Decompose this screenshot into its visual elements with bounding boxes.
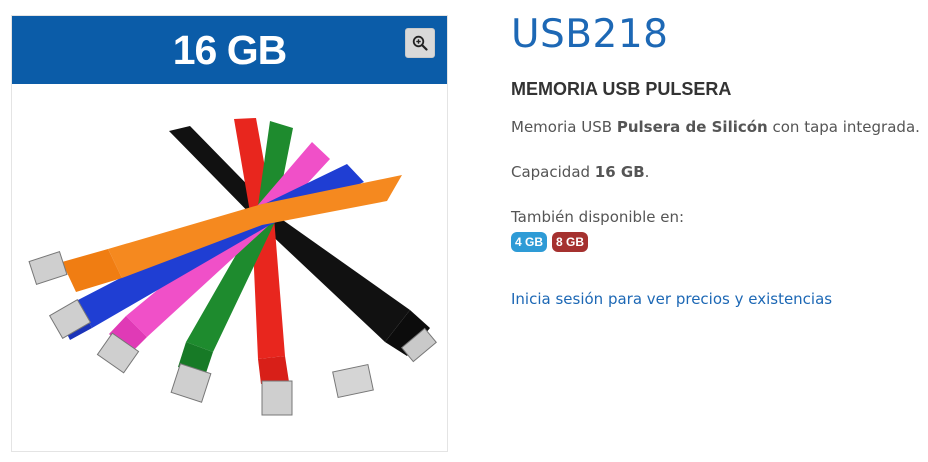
product-description: Memoria USB Pulsera de Silicón con tapa …	[511, 118, 920, 136]
zoom-in-icon	[412, 35, 428, 51]
banner-text: 16 GB	[172, 26, 287, 73]
variant-badges: 4 GB 8 GB	[511, 232, 589, 252]
also-available-label: También disponible en:	[511, 208, 685, 226]
product-sku: USB218	[511, 12, 669, 57]
zoom-button[interactable]	[405, 28, 435, 58]
product-name: MEMORIA USB PULSERA	[511, 79, 732, 99]
capacity-banner: 16 GB	[12, 16, 447, 84]
product-capacity: Capacidad 16 GB.	[511, 163, 650, 181]
variant-badge-4gb[interactable]: 4 GB	[511, 232, 548, 252]
product-image-card: 16 GB	[11, 15, 448, 452]
product-photo[interactable]	[12, 84, 448, 452]
login-link[interactable]: Inicia sesión para ver precios y existen…	[511, 290, 832, 308]
variant-badge-8gb[interactable]: 8 GB	[552, 232, 589, 252]
